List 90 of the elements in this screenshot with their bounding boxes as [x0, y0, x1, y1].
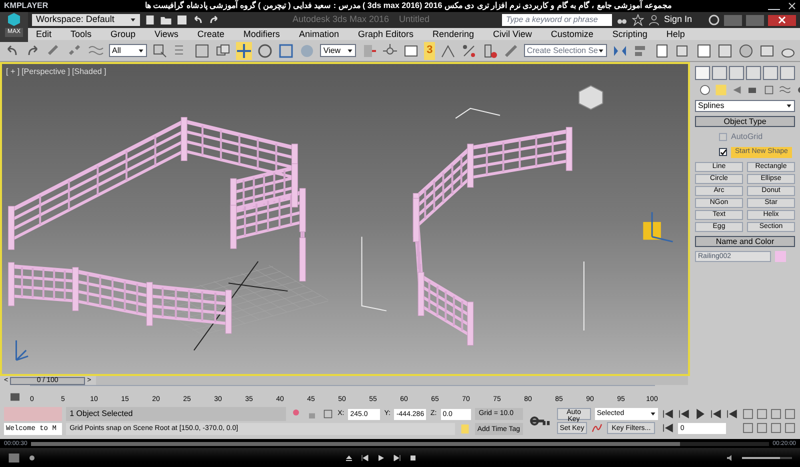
space-warp-icon[interactable]: [779, 84, 791, 96]
menu-item[interactable]: Animation: [298, 30, 339, 38]
angle-snap-icon[interactable]: [440, 42, 456, 58]
axis-tripod-icon: [16, 340, 29, 361]
caret-icon: [347, 48, 354, 54]
menu-item[interactable]: Create: [197, 30, 224, 38]
caret-icon: [598, 48, 604, 54]
go-to-start-icon[interactable]: [662, 408, 674, 420]
workspace-dropdown[interactable]: Workspace: Default: [32, 14, 140, 26]
caret-icon: [650, 411, 656, 417]
menu-item[interactable]: Tools: [70, 30, 92, 38]
view-cube-icon[interactable]: [578, 85, 604, 110]
menu-item[interactable]: Civil View: [493, 30, 532, 38]
menu-item[interactable]: Edit: [36, 30, 52, 38]
selection-set-dropdown[interactable]: Create Selection Se: [524, 44, 607, 57]
go-to-end-icon[interactable]: [726, 408, 738, 420]
viewport-label[interactable]: [Perspective ]: [22, 66, 70, 78]
selection-status: 1 Object Selected: [66, 407, 286, 421]
window-maximize-button[interactable]: [746, 14, 764, 26]
speaker-icon[interactable]: [726, 454, 734, 462]
next-icon[interactable]: [393, 454, 401, 462]
redo-icon[interactable]: [208, 14, 220, 26]
viewport-label[interactable]: [Shaded ]: [72, 66, 106, 78]
menu-item[interactable]: Customize: [550, 30, 594, 38]
modify-tab[interactable]: [712, 66, 727, 80]
utilities-tab[interactable]: [780, 66, 795, 80]
gizmo-icon: [643, 211, 674, 242]
hierarchy-tab[interactable]: [729, 66, 744, 80]
player-title: مجموعه آموزشی جامع ، گام به گام و کاربردی نرم افزار تری دی مکس 2016 (3ds max 2016 ) مدرس : سعید فدایی ( تیچرمن ) گروه آموزشی پادشاه گرافیست ها: [144, 2, 672, 10]
reference-coordinate-dropdown[interactable]: View: [320, 44, 356, 57]
menu-item[interactable]: Graph Editors: [358, 30, 414, 38]
close-icon[interactable]: [788, 2, 796, 10]
player-logo: KMPLAYER: [4, 0, 48, 12]
folder-icon[interactable]: [160, 14, 172, 26]
close-icon: [778, 16, 786, 24]
user-icon[interactable]: [648, 14, 660, 26]
motion-tab[interactable]: [746, 66, 761, 80]
material-editor-icon[interactable]: [738, 42, 754, 58]
settings-icon[interactable]: [28, 454, 36, 462]
viewport-label[interactable]: [ + ]: [6, 66, 20, 78]
check-icon: [720, 149, 727, 156]
select-icon[interactable]: [152, 42, 168, 58]
stop-icon[interactable]: [409, 454, 417, 462]
scale-icon[interactable]: [278, 42, 294, 58]
viewport[interactable]: [ + ] [Perspective ] [Shaded ]: [0, 62, 690, 376]
selection-filter-dropdown[interactable]: All: [109, 44, 148, 57]
app-title: Autodesk 3ds Max 2016 Untitled: [291, 13, 431, 26]
caret-icon: [130, 17, 136, 23]
move-tool-button[interactable]: [236, 42, 252, 60]
window-crossing-icon[interactable]: [215, 42, 232, 58]
display-tab[interactable]: [763, 66, 778, 80]
pencil-icon[interactable]: [502, 42, 519, 58]
create-tab[interactable]: [695, 66, 710, 80]
help-icon[interactable]: [708, 14, 720, 26]
script-listener-field[interactable]: [4, 407, 62, 421]
helper-icon[interactable]: [763, 84, 775, 96]
star-icon[interactable]: [632, 14, 644, 26]
light-icon[interactable]: [731, 84, 743, 96]
menu-item[interactable]: Group: [110, 30, 136, 38]
checkbox[interactable]: [719, 148, 727, 156]
search-field[interactable]: Type a keyword or phrase: [502, 14, 612, 26]
rollout-header[interactable]: Object Type: [695, 116, 795, 127]
menu-item[interactable]: Help: [666, 30, 685, 38]
menu-item[interactable]: Scripting: [612, 30, 648, 38]
move-icon: [236, 42, 252, 58]
rotate-icon[interactable]: [257, 42, 274, 58]
caret-icon: [786, 103, 792, 109]
rollout-header[interactable]: Name and Color: [695, 236, 795, 246]
menu-item[interactable]: Modifiers: [243, 30, 280, 38]
next-key-icon[interactable]: [710, 408, 722, 420]
menu-item[interactable]: Rendering: [432, 30, 474, 38]
category-dropdown[interactable]: Splines: [695, 100, 795, 112]
eject-icon[interactable]: [345, 454, 353, 462]
sphere-icon[interactable]: [699, 84, 711, 96]
window-close-button[interactable]: [768, 14, 796, 26]
save-icon[interactable]: [176, 14, 188, 26]
caret-icon: [138, 48, 144, 54]
checkbox-label: AutoGrid: [731, 131, 763, 143]
percent-snap-icon[interactable]: [460, 42, 477, 58]
menu-item[interactable]: Views: [154, 30, 178, 38]
new-file-icon[interactable]: [144, 14, 156, 26]
sign-in-button[interactable]: Sign In: [664, 13, 704, 27]
previous-key-icon[interactable]: [678, 408, 690, 420]
undo-icon[interactable]: [192, 14, 204, 26]
play-icon[interactable]: [377, 454, 385, 462]
key-curve-icon[interactable]: [591, 422, 604, 434]
object-color-swatch[interactable]: [775, 250, 786, 262]
play-icon[interactable]: [694, 408, 706, 420]
previous-icon[interactable]: [361, 454, 369, 462]
rectangle-icon[interactable]: [194, 42, 210, 58]
